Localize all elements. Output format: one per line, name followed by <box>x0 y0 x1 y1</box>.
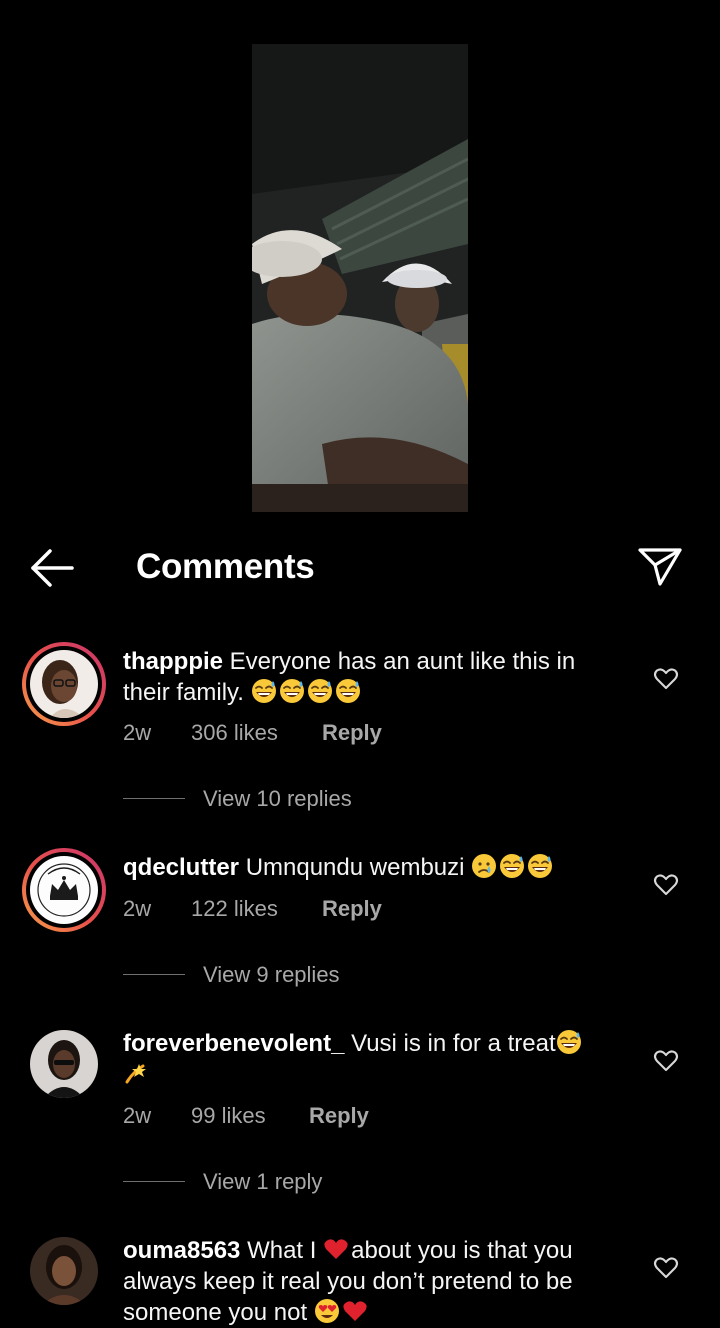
share-button[interactable] <box>636 544 684 588</box>
avatar[interactable] <box>22 642 106 726</box>
paper-plane-icon <box>638 548 682 586</box>
heart-eyes-emoji-icon <box>314 1298 340 1324</box>
divider <box>123 974 185 975</box>
grinning-sweat-emoji-icon <box>251 678 277 704</box>
arrow-left-icon <box>31 549 74 587</box>
video-preview[interactable] <box>252 44 468 512</box>
avatar[interactable] <box>30 1030 98 1098</box>
avatar[interactable] <box>30 1237 98 1305</box>
reply-button[interactable]: Reply <box>309 1102 369 1130</box>
like-heart-icon[interactable] <box>652 871 680 899</box>
comment-time: 2w <box>123 1103 152 1128</box>
view-replies-label: View 10 replies <box>203 786 352 811</box>
comment-username[interactable]: ouma8563 <box>123 1237 240 1264</box>
comment-likes[interactable]: 99 likes <box>191 1102 266 1130</box>
red-heart-emoji-icon <box>323 1236 349 1262</box>
page-title: Comments <box>136 547 315 586</box>
comment-text: Vusi is in for a treat <box>351 1030 556 1057</box>
dizzy-emoji-icon <box>123 1060 149 1086</box>
grinning-sweat-emoji-icon <box>556 1029 582 1055</box>
comment-username[interactable]: foreverbenevolent_ <box>123 1030 344 1057</box>
back-button[interactable] <box>26 546 78 590</box>
comment-likes[interactable]: 122 likes <box>191 895 278 923</box>
view-replies-label: View 9 replies <box>203 962 340 987</box>
like-heart-icon[interactable] <box>652 1047 680 1075</box>
reply-button[interactable]: Reply <box>322 895 382 923</box>
view-replies-button[interactable]: View 1 reply <box>123 1167 423 1197</box>
red-heart-emoji-icon <box>342 1298 368 1324</box>
comment-time: 2w <box>123 720 152 745</box>
avatar[interactable] <box>22 848 106 932</box>
comment-likes[interactable]: 306 likes <box>191 719 278 747</box>
view-replies-button[interactable]: View 9 replies <box>123 960 423 990</box>
view-replies-button[interactable]: View 10 replies <box>123 784 423 814</box>
grinning-sweat-emoji-icon <box>335 678 361 704</box>
like-heart-icon[interactable] <box>652 1254 680 1282</box>
comment-text: What I <box>247 1237 317 1264</box>
grinning-sweat-emoji-icon <box>307 678 333 704</box>
view-replies-label: View 1 reply <box>203 1169 323 1194</box>
divider <box>123 1181 185 1182</box>
comment-username[interactable]: thapppie <box>123 648 223 675</box>
crying-emoji-icon <box>471 853 497 879</box>
comment-text: Umnqundu wembuzi <box>245 854 465 881</box>
comments-header: Comments <box>0 536 720 596</box>
grinning-sweat-emoji-icon <box>279 678 305 704</box>
grinning-sweat-emoji-icon <box>527 853 553 879</box>
divider <box>123 798 185 799</box>
reply-button[interactable]: Reply <box>322 719 382 747</box>
comment-time: 2w <box>123 896 152 921</box>
like-heart-icon[interactable] <box>652 665 680 693</box>
grinning-sweat-emoji-icon <box>499 853 525 879</box>
comment-username[interactable]: qdeclutter <box>123 854 239 881</box>
